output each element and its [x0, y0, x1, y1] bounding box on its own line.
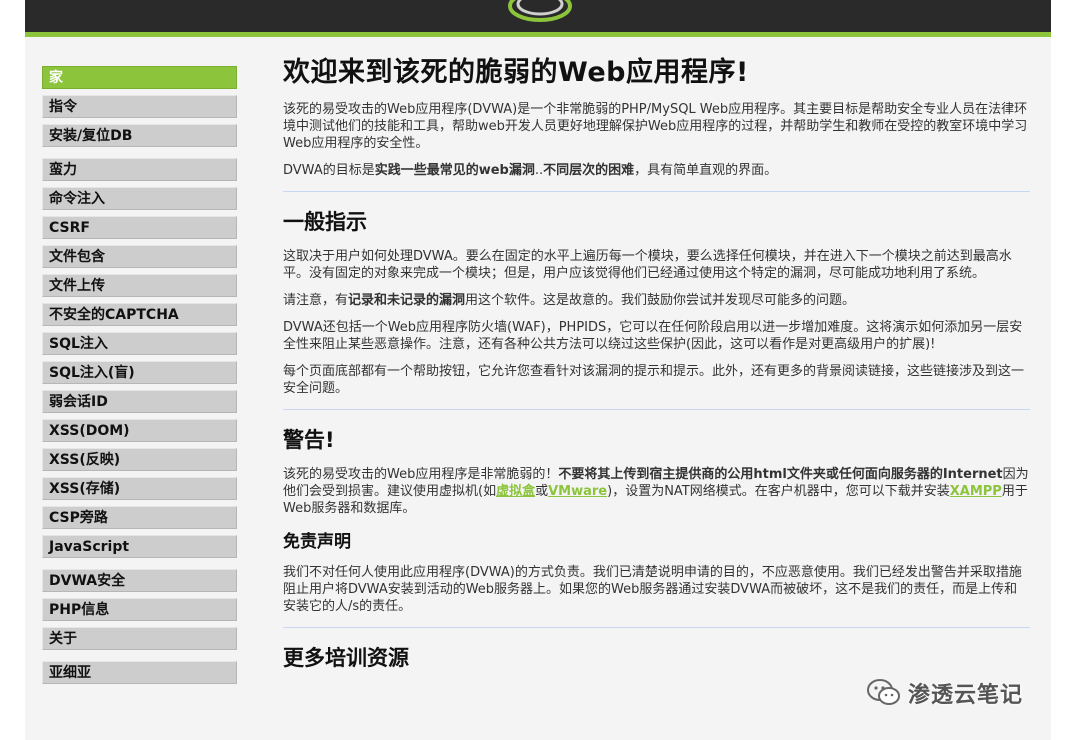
menu-item[interactable]: SQL注入(盲): [42, 361, 237, 384]
watermark-text: 渗透云笔记: [908, 683, 1024, 708]
virtualbox-link[interactable]: 虚拟盒: [496, 484, 535, 499]
menu-item[interactable]: 关于: [42, 627, 237, 650]
warning-heading: 警告!: [283, 428, 335, 452]
menu-item[interactable]: XSS(DOM): [42, 419, 237, 442]
header: [25, 0, 1051, 37]
disclaimer-paragraph: 我们不对任何人使用此应用程序(DVWA)的方式负责。我们已清楚说明申请的目的，不…: [283, 565, 1022, 614]
main-content: 欢迎来到该死的脆弱的Web应用程序! 该死的易受攻击的Web应用程序(DVWA)…: [283, 50, 1030, 684]
menu-group: 家指令安装/复位DB: [42, 66, 237, 147]
intro-p2-post: ，具有简单直观的界面。: [634, 163, 778, 178]
general-heading: 一般指示: [283, 210, 367, 234]
general-p2-pre: 请注意，有: [283, 293, 349, 308]
disclaimer-heading: 免责声明: [283, 532, 351, 552]
page-title: 欢迎来到该死的脆弱的Web应用程序!: [283, 57, 749, 88]
intro-paragraph-2: DVWA的目标是实践一些最常见的web漏洞..不同层次的困难，具有简单直观的界面…: [283, 162, 1030, 179]
menu-item[interactable]: 安装/复位DB: [42, 124, 237, 147]
intro-p2-bold-1: 实践一些最常见的web漏洞: [374, 163, 535, 178]
warning-pre: 该死的易受攻击的Web应用程序是非常脆弱的！: [283, 467, 559, 482]
menu-item[interactable]: XSS(存储): [42, 477, 237, 500]
menu-item[interactable]: SQL注入: [42, 332, 237, 355]
menu-item[interactable]: 指令: [42, 95, 237, 118]
warning-paragraph: 该死的易受攻击的Web应用程序是非常脆弱的！不要将其上传到宿主提供商的公用htm…: [283, 466, 1030, 517]
menu-item[interactable]: 文件上传: [42, 274, 237, 297]
warning-bold: 不要将其上传到宿主提供商的公用html文件夹或任何面向服务器的Internet: [558, 467, 1003, 482]
menu-item[interactable]: DVWA安全: [42, 569, 237, 592]
menu-item[interactable]: 文件包含: [42, 245, 237, 268]
general-p2-post: 用这个软件。这是故意的。我们鼓励你尝试并发现尽可能多的问题。: [465, 293, 856, 308]
menu-item[interactable]: 亚细亚: [42, 661, 237, 684]
divider: [283, 627, 1030, 628]
general-paragraph-1: 这取决于用户如何处理DVWA。要么在固定的水平上遍历每一个模块，要么选择任何模块…: [283, 249, 1012, 281]
watermark: 渗透云笔记: [866, 676, 1052, 710]
menu-item[interactable]: XSS(反映): [42, 448, 237, 471]
general-paragraph-3: DVWA还包括一个Web应用程序防火墙(WAF)，PHPIDS，它可以在任何阶段…: [283, 320, 1023, 352]
wechat-icon: [867, 679, 900, 705]
vmware-link[interactable]: VMware: [548, 484, 607, 499]
sidebar-menu: 家指令安装/复位DB 蛮力命令注入 CSRF 文件包含文件上传不安全的CAPTCHA S…: [42, 66, 237, 695]
xampp-link[interactable]: XAMPP: [950, 484, 1002, 499]
menu-item[interactable]: 家: [42, 66, 237, 89]
menu-item[interactable]: CSP旁路: [42, 506, 237, 529]
menu-item[interactable]: 命令注入: [42, 187, 237, 210]
general-paragraph-2: 请注意，有记录和未记录的漏洞用这个软件。这是故意的。我们鼓励你尝试并发现尽可能多…: [283, 292, 1030, 309]
menu-group: DVWA安全 PHP信息关于: [42, 569, 237, 650]
intro-p2-bold-2: 不同层次的困难: [543, 163, 635, 178]
menu-item[interactable]: PHP信息: [42, 598, 237, 621]
general-paragraph-4: 每个页面底部都有一个帮助按钮，它允许您查看针对该漏洞的提示和提示。此外，还有更多…: [283, 364, 1025, 396]
dvwa-logo: [508, 0, 572, 22]
warning-mid-3: )，设置为NAT网络模式。在客户机器中，您可以下载并安装: [607, 484, 950, 499]
more-training-heading: 更多培训资源: [283, 646, 409, 670]
divider: [283, 409, 1030, 410]
warning-mid-2: 或: [535, 484, 549, 499]
intro-paragraph-1: 该死的易受攻击的Web应用程序(DVWA)是一个非常脆弱的PHP/MySQL W…: [283, 102, 1028, 151]
menu-group: 亚细亚: [42, 661, 237, 684]
menu-item[interactable]: JavaScript: [42, 535, 237, 558]
dvwa-page: 家指令安装/复位DB 蛮力命令注入 CSRF 文件包含文件上传不安全的CAPTCHA S…: [25, 0, 1051, 740]
menu-item[interactable]: CSRF: [42, 216, 237, 239]
intro-p2-mid: ..: [534, 163, 544, 178]
menu-group: 蛮力命令注入 CSRF 文件包含文件上传不安全的CAPTCHA SQL注入 SQL注入(…: [42, 158, 237, 558]
menu-item[interactable]: 弱会话ID: [42, 390, 237, 413]
menu-item[interactable]: 不安全的CAPTCHA: [42, 303, 237, 326]
intro-p2-pre: DVWA的目标是: [283, 163, 375, 178]
menu-item[interactable]: 蛮力: [42, 158, 237, 181]
general-p2-bold: 记录和未记录的漏洞: [348, 293, 466, 308]
divider: [283, 191, 1030, 192]
